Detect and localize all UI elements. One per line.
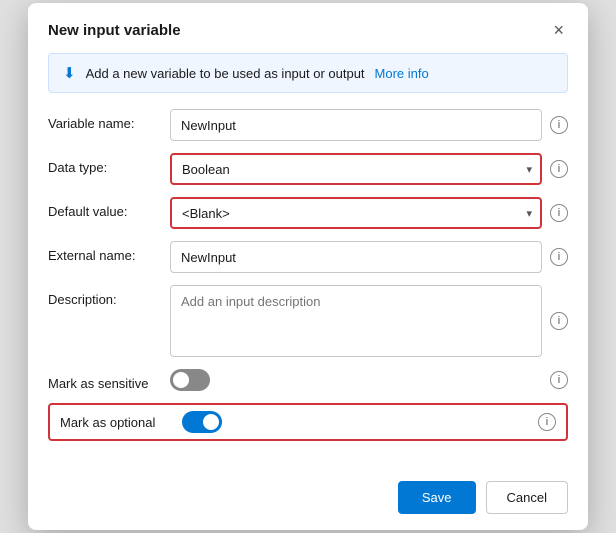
description-info-icon[interactable]: i <box>550 312 568 330</box>
close-button[interactable]: × <box>549 19 568 41</box>
external-name-input[interactable] <box>170 241 542 273</box>
external-name-info-icon[interactable]: i <box>550 248 568 266</box>
form-body: Variable name: i Data type: Boolean Text… <box>28 109 588 469</box>
variable-name-info-icon[interactable]: i <box>550 116 568 134</box>
info-banner: ⬇ Add a new variable to be used as input… <box>48 53 568 93</box>
data-type-control: Boolean Text Number DateTime List Custom… <box>170 153 568 185</box>
mark-optional-toggle-wrap <box>182 411 222 433</box>
mark-optional-toggle[interactable] <box>182 411 222 433</box>
mark-sensitive-info-icon[interactable]: i <box>550 371 568 389</box>
default-value-select[interactable]: <Blank> True False <box>170 197 542 229</box>
data-type-select-wrap: Boolean Text Number DateTime List Custom… <box>170 153 542 185</box>
mark-sensitive-label: Mark as sensitive <box>48 369 158 391</box>
banner-text: Add a new variable to be used as input o… <box>86 66 365 81</box>
default-value-info-icon[interactable]: i <box>550 204 568 222</box>
mark-sensitive-control: i <box>170 369 568 391</box>
data-type-row: Data type: Boolean Text Number DateTime … <box>48 153 568 185</box>
save-button[interactable]: Save <box>398 481 476 514</box>
mark-sensitive-toggle-wrap <box>170 369 210 391</box>
mark-sensitive-toggle[interactable] <box>170 369 210 391</box>
mark-sensitive-slider <box>170 369 210 391</box>
external-name-row: External name: i <box>48 241 568 273</box>
default-value-select-wrap: <Blank> True False ▾ <box>170 197 542 229</box>
mark-optional-label: Mark as optional <box>60 415 170 430</box>
cancel-button[interactable]: Cancel <box>486 481 568 514</box>
more-info-link[interactable]: More info <box>375 66 429 81</box>
data-type-select[interactable]: Boolean Text Number DateTime List Custom… <box>170 153 542 185</box>
external-name-label: External name: <box>48 241 158 263</box>
dialog-header: New input variable × <box>28 3 588 53</box>
data-type-label: Data type: <box>48 153 158 175</box>
variable-name-row: Variable name: i <box>48 109 568 141</box>
description-row: Description: i <box>48 285 568 357</box>
description-control: i <box>170 285 568 357</box>
variable-name-input[interactable] <box>170 109 542 141</box>
dialog-title: New input variable <box>48 22 181 39</box>
default-value-control: <Blank> True False ▾ i <box>170 197 568 229</box>
download-icon: ⬇ <box>63 64 76 82</box>
variable-name-label: Variable name: <box>48 109 158 131</box>
dialog: New input variable × ⬇ Add a new variabl… <box>28 3 588 530</box>
mark-optional-slider <box>182 411 222 433</box>
external-name-control: i <box>170 241 568 273</box>
data-type-info-icon[interactable]: i <box>550 160 568 178</box>
dialog-footer: Save Cancel <box>28 469 588 530</box>
mark-sensitive-row: Mark as sensitive i <box>48 369 568 391</box>
mark-optional-info-icon[interactable]: i <box>538 413 556 431</box>
variable-name-control: i <box>170 109 568 141</box>
default-value-label: Default value: <box>48 197 158 219</box>
description-textarea[interactable] <box>170 285 542 357</box>
mark-optional-row: Mark as optional i <box>48 403 568 441</box>
default-value-row: Default value: <Blank> True False ▾ i <box>48 197 568 229</box>
description-label: Description: <box>48 285 158 307</box>
